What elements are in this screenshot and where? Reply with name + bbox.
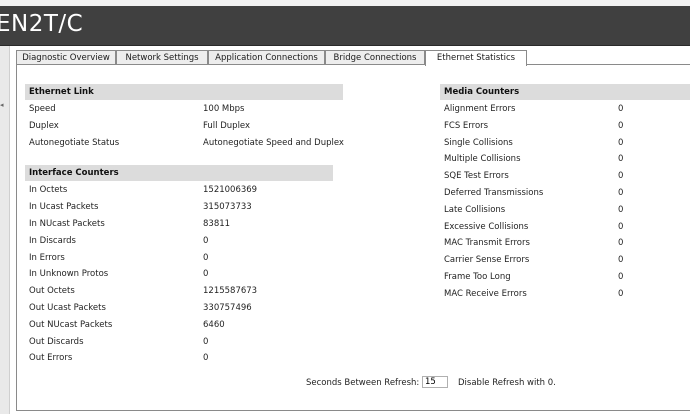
carrier-sense-errors-value: 0 xyxy=(618,255,624,265)
out-nucast-packets-value: 6460 xyxy=(203,320,225,330)
in-nucast-packets-label: In NUcast Packets xyxy=(29,219,105,229)
autonegotiate-status-value: Autonegotiate Speed and Duplex xyxy=(203,138,344,148)
autonegotiate-status-label: Autonegotiate Status xyxy=(29,138,120,148)
single-collisions-label: Single Collisions xyxy=(444,138,513,148)
out-octets-value: 1215587673 xyxy=(203,286,258,296)
tab-application-connections[interactable]: Application Connections xyxy=(208,50,325,64)
tab-strip: Diagnostic Overview Network Settings App… xyxy=(16,50,690,66)
single-collisions-value: 0 xyxy=(618,138,624,148)
in-ucast-packets-value: 315073733 xyxy=(203,202,252,212)
in-discards-label: In Discards xyxy=(29,236,76,246)
in-unknown-protos-label: In Unknown Protos xyxy=(29,269,109,279)
page-root: EN2T/C ◂ Diagnostic Overview Network Set… xyxy=(0,0,690,414)
carrier-sense-errors-label: Carrier Sense Errors xyxy=(444,255,530,265)
late-collisions-label: Late Collisions xyxy=(444,205,506,215)
statistics-panel xyxy=(16,65,690,411)
multiple-collisions-value: 0 xyxy=(618,154,624,164)
refresh-seconds-input[interactable] xyxy=(422,376,448,388)
excessive-collisions-label: Excessive Collisions xyxy=(444,222,529,232)
refresh-label: Seconds Between Refresh: xyxy=(306,378,420,388)
mac-transmit-errors-label: MAC Transmit Errors xyxy=(444,238,530,248)
tab-bridge-connections[interactable]: Bridge Connections xyxy=(325,50,425,64)
out-discards-value: 0 xyxy=(203,337,209,347)
in-errors-label: In Errors xyxy=(29,253,65,263)
in-nucast-packets-value: 83811 xyxy=(203,219,231,229)
in-discards-value: 0 xyxy=(203,236,209,246)
gutter-marker-icon: ◂ xyxy=(0,101,4,109)
out-ucast-packets-label: Out Ucast Packets xyxy=(29,303,106,313)
mac-receive-errors-label: MAC Receive Errors xyxy=(444,289,527,299)
alignment-errors-value: 0 xyxy=(618,104,624,114)
tab-diagnostic-overview[interactable]: Diagnostic Overview xyxy=(16,50,116,64)
duplex-label: Duplex xyxy=(29,121,59,131)
refresh-note: Disable Refresh with 0. xyxy=(458,378,556,388)
mac-transmit-errors-value: 0 xyxy=(618,238,624,248)
out-errors-value: 0 xyxy=(203,353,209,363)
excessive-collisions-value: 0 xyxy=(618,222,624,232)
mac-receive-errors-value: 0 xyxy=(618,289,624,299)
ethernet-link-header: Ethernet Link xyxy=(25,84,343,100)
frame-too-long-value: 0 xyxy=(618,272,624,282)
in-errors-value: 0 xyxy=(203,253,209,263)
in-octets-label: In Octets xyxy=(29,185,68,195)
frame-too-long-label: Frame Too Long xyxy=(444,272,511,282)
tab-ethernet-statistics[interactable]: Ethernet Statistics xyxy=(425,50,527,66)
left-gutter: ◂ xyxy=(0,46,10,414)
out-nucast-packets-label: Out NUcast Packets xyxy=(29,320,113,330)
fcs-errors-value: 0 xyxy=(618,121,624,131)
alignment-errors-label: Alignment Errors xyxy=(444,104,516,114)
sqe-test-errors-label: SQE Test Errors xyxy=(444,171,509,181)
speed-label: Speed xyxy=(29,104,56,114)
duplex-value: Full Duplex xyxy=(203,121,251,131)
media-counters-header: Media Counters xyxy=(440,84,690,100)
speed-value: 100 Mbps xyxy=(203,104,245,114)
out-ucast-packets-value: 330757496 xyxy=(203,303,252,313)
deferred-transmissions-label: Deferred Transmissions xyxy=(444,188,544,198)
deferred-transmissions-value: 0 xyxy=(618,188,624,198)
late-collisions-value: 0 xyxy=(618,205,624,215)
title-bar: EN2T/C xyxy=(0,6,690,46)
in-ucast-packets-label: In Ucast Packets xyxy=(29,202,99,212)
interface-counters-header: Interface Counters xyxy=(25,165,333,181)
tab-network-settings[interactable]: Network Settings xyxy=(116,50,208,64)
out-errors-label: Out Errors xyxy=(29,353,73,363)
out-discards-label: Out Discards xyxy=(29,337,84,347)
sqe-test-errors-value: 0 xyxy=(618,171,624,181)
multiple-collisions-label: Multiple Collisions xyxy=(444,154,521,164)
in-octets-value: 1521006369 xyxy=(203,185,258,195)
fcs-errors-label: FCS Errors xyxy=(444,121,489,131)
app-title: EN2T/C xyxy=(0,11,84,37)
in-unknown-protos-value: 0 xyxy=(203,269,209,279)
out-octets-label: Out Octets xyxy=(29,286,75,296)
